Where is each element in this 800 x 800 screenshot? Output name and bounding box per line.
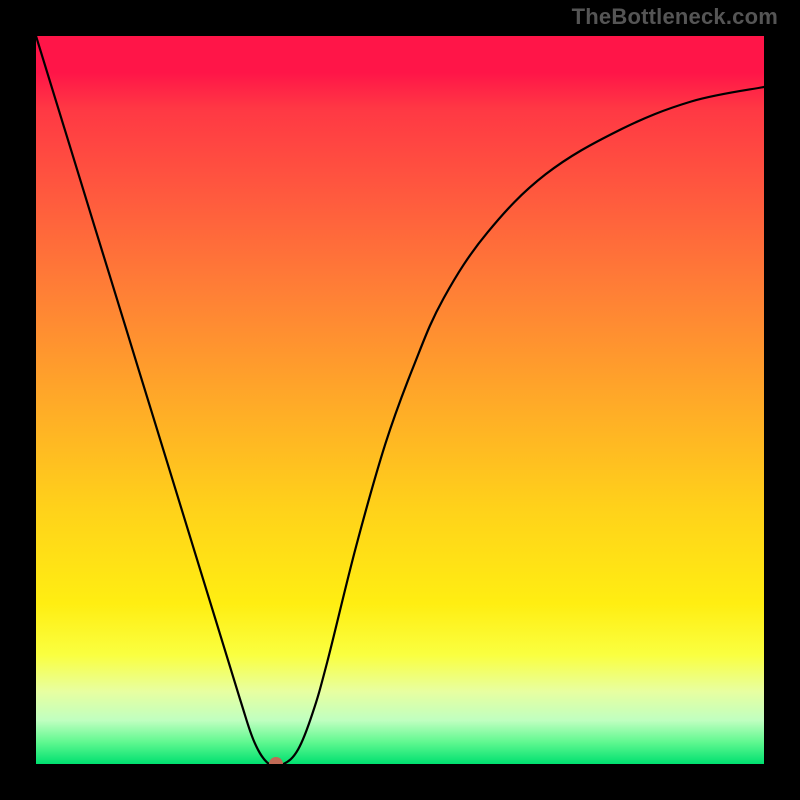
watermark-text: TheBottleneck.com <box>572 4 778 30</box>
chart-marker-dot <box>269 757 283 764</box>
chart-curve-path <box>36 36 764 764</box>
chart-curve-svg <box>36 36 764 764</box>
chart-plot-area <box>36 36 764 764</box>
